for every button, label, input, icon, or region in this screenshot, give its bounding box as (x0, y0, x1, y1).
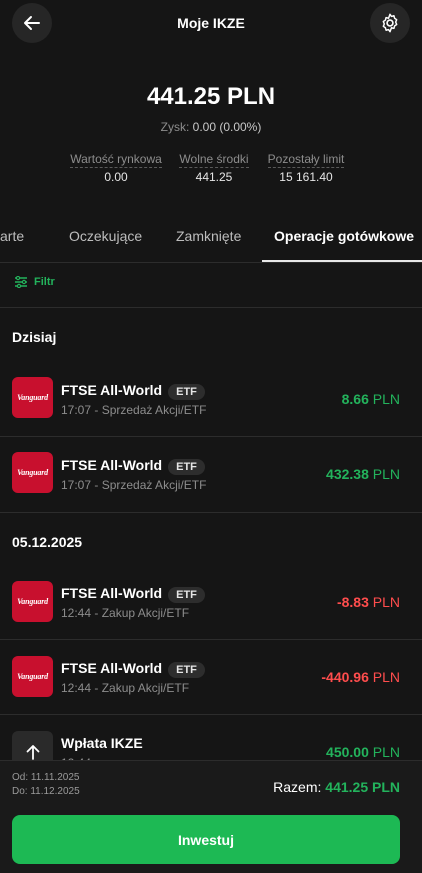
tab-open[interactable]: arte (0, 228, 24, 244)
divider (0, 512, 422, 513)
tab-closed[interactable]: Zamknięte (176, 228, 241, 244)
transaction-row[interactable]: Vanguard FTSE All-World ETF 12:44 - Zakup… (0, 640, 422, 715)
instrument-name: FTSE All-World (61, 660, 163, 676)
transaction-row[interactable]: Vanguard FTSE All-World ETF 12:44 - Zakup… (0, 565, 422, 640)
profit-label: Zysk: (160, 120, 190, 134)
instrument-name: FTSE All-World (61, 382, 163, 398)
stat-market-value[interactable]: Wartość rynkowa 0.00 (66, 152, 166, 184)
etf-badge: ETF (168, 459, 205, 475)
amount-currency: PLN (372, 669, 400, 685)
transaction-name: FTSE All-World ETF (61, 457, 205, 475)
page-title: Moje IKZE (177, 15, 245, 31)
profit-value: 0.00 (0.00%) (192, 120, 262, 134)
total-value: 441.25 PLN (325, 779, 400, 795)
settings-button[interactable] (370, 3, 410, 43)
transaction-name: FTSE All-World ETF (61, 382, 205, 400)
transaction-amount: 8.66 PLN (342, 391, 400, 407)
section-date: 05.12.2025 (12, 534, 83, 550)
total-label: Razem: (273, 779, 322, 795)
etf-badge: ETF (168, 384, 205, 400)
date-range: Od: 11.11.2025 Do: 11.12.2025 (12, 771, 80, 799)
transaction-subtitle: 17:07 - Sprzedaż Akcji/ETF (61, 478, 207, 492)
instrument-name: FTSE All-World (61, 585, 163, 601)
transaction-amount: 432.38 PLN (326, 466, 400, 482)
amount-value: -440.96 (321, 669, 369, 685)
filter-label: Filtr (34, 276, 55, 288)
invest-button[interactable]: Inwestuj (12, 815, 400, 864)
vanguard-logo: Vanguard (12, 452, 53, 493)
amount-currency: PLN (372, 391, 400, 407)
date-from: Od: 11.11.2025 (12, 772, 80, 783)
vanguard-logo: Vanguard (12, 377, 53, 418)
transaction-name: Wpłata IKZE (61, 735, 143, 751)
amount-currency: PLN (372, 594, 400, 610)
tab-cash-operations[interactable]: Operacje gotówkowe (274, 228, 414, 244)
transaction-name: FTSE All-World ETF (61, 660, 205, 678)
amount-currency: PLN (372, 744, 400, 760)
transaction-subtitle: 17:07 - Sprzedaż Akcji/ETF (61, 403, 207, 417)
filter-button[interactable]: Filtr (14, 276, 55, 288)
amount-value: -8.83 (336, 594, 369, 610)
sliders-icon (15, 276, 27, 288)
tab-pending[interactable]: Oczekujące (69, 228, 142, 244)
divider (0, 307, 422, 308)
total-summary: Razem: 441.25 PLN (273, 779, 400, 795)
transaction-row[interactable]: Vanguard FTSE All-World ETF 17:07 - Sprze… (0, 437, 422, 512)
stat-label: Wartość rynkowa (70, 152, 162, 168)
stat-remaining-limit[interactable]: Pozostały limit 15 161.40 (260, 152, 352, 184)
transaction-subtitle: 12:44 - Zakup Akcji/ETF (61, 606, 190, 620)
top-bar: Moje IKZE (0, 0, 422, 50)
bottom-summary-panel: Od: 11.11.2025 Do: 11.12.2025 Razem: 441… (0, 760, 422, 873)
amount-value: 8.66 (341, 391, 369, 407)
transaction-row[interactable]: Vanguard FTSE All-World ETF 17:07 - Sprze… (0, 362, 422, 437)
balance-value: 441.25 PLN (146, 83, 276, 110)
divider (0, 262, 422, 263)
stat-value: 441.25 (195, 170, 233, 184)
stat-label: Pozostały limit (267, 152, 345, 168)
stat-label: Wolne środki (179, 152, 249, 168)
transaction-amount: -8.83 PLN (337, 594, 400, 610)
amount-currency: PLN (372, 466, 400, 482)
transaction-name: FTSE All-World ETF (61, 585, 205, 603)
section-date: Dzisiaj (12, 329, 57, 345)
vanguard-logo: Vanguard (12, 656, 53, 697)
transaction-subtitle: 12:44 - Zakup Akcji/ETF (61, 681, 190, 695)
stat-value: 0.00 (104, 170, 128, 184)
etf-badge: ETF (168, 587, 205, 603)
arrow-up-icon (26, 744, 39, 760)
profit-line: Zysk: 0.00 (0.00%) (0, 120, 422, 134)
stat-value: 15 161.40 (279, 170, 333, 184)
instrument-name: FTSE All-World (61, 457, 163, 473)
gear-icon (382, 13, 398, 33)
date-to: Do: 11.12.2025 (12, 786, 80, 797)
amount-value: 432.38 (326, 466, 369, 482)
transaction-amount: -440.96 PLN (321, 669, 400, 685)
amount-value: 450.00 (326, 744, 369, 760)
stat-free-funds[interactable]: Wolne środki 441.25 (172, 152, 256, 184)
transaction-amount: 450.00 PLN (326, 744, 400, 760)
vanguard-logo: Vanguard (12, 581, 53, 622)
etf-badge: ETF (168, 662, 205, 678)
tabs-bar: arte Oczekujące Zamknięte Operacje gotów… (0, 212, 422, 262)
